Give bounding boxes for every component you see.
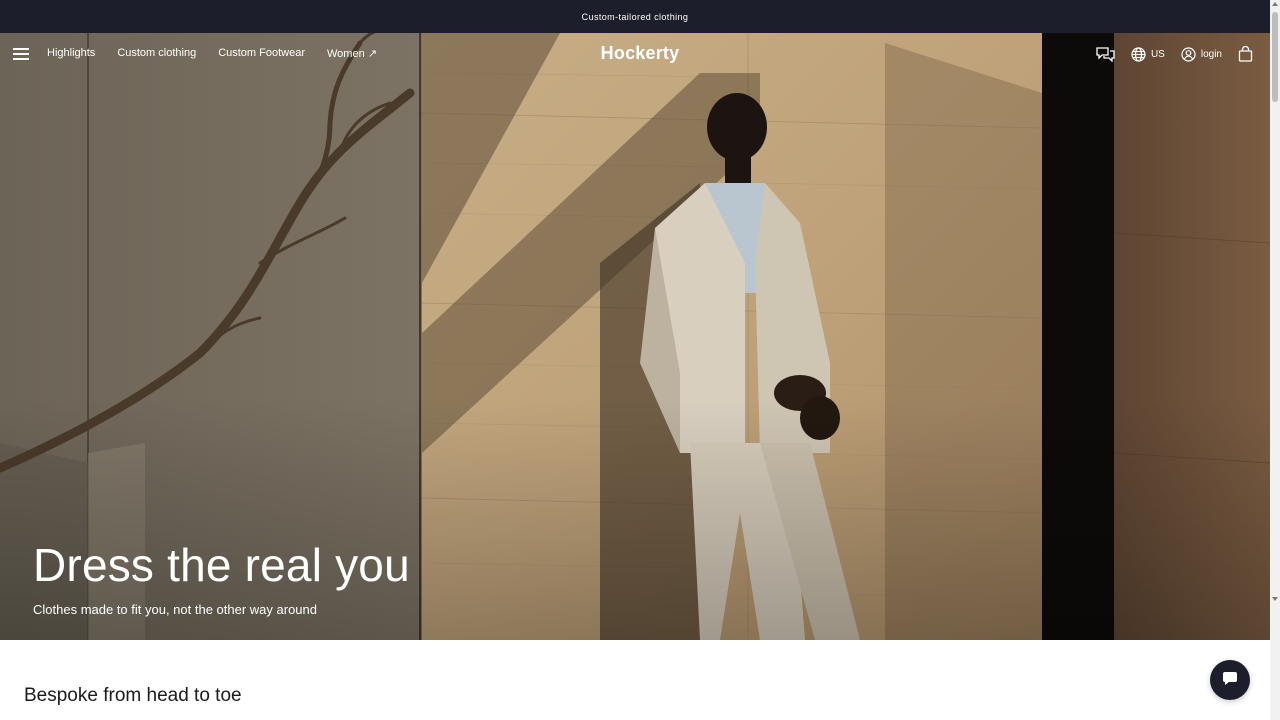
- login-link[interactable]: login: [1181, 46, 1222, 62]
- scrollbar-thumb[interactable]: [1272, 12, 1278, 102]
- login-label: login: [1200, 48, 1222, 60]
- site-logo[interactable]: Hockerty: [601, 43, 680, 63]
- nav-link-custom-footwear[interactable]: Custom Footwear: [218, 47, 305, 60]
- nav-utilities: US login: [1096, 46, 1253, 62]
- hero-banner: Dress the real you Clothes made to fit y…: [0, 33, 1270, 640]
- announcement-bar: Custom-tailored clothing: [0, 0, 1270, 33]
- section-title: Bespoke from head to toe: [24, 685, 242, 706]
- hamburger-menu-icon[interactable]: [13, 48, 29, 60]
- main-navigation: Highlights Custom clothing Custom Footwe…: [0, 33, 1270, 77]
- nav-links: Highlights Custom clothing Custom Footwe…: [47, 47, 377, 60]
- hero-subline: Clothes made to fit you, not the other w…: [33, 602, 318, 617]
- hero-headline: Dress the real you: [33, 539, 410, 591]
- chat-fab-button[interactable]: [1210, 660, 1250, 700]
- page-scrollbar[interactable]: [1270, 0, 1280, 720]
- announcement-text: Custom-tailored clothing: [581, 11, 689, 22]
- nav-link-women[interactable]: Women ↗: [327, 47, 377, 60]
- shopping-bag-icon: [1238, 46, 1253, 62]
- chat-bubble-icon: [1222, 670, 1238, 691]
- nav-link-highlights[interactable]: Highlights: [47, 47, 95, 60]
- chat-bubbles-icon: [1096, 46, 1115, 62]
- region-selector[interactable]: US: [1131, 46, 1165, 62]
- globe-icon: [1131, 46, 1146, 62]
- scroll-down-arrow-icon[interactable]: [1272, 597, 1278, 601]
- nav-link-custom-clothing[interactable]: Custom clothing: [117, 47, 196, 60]
- cart-button[interactable]: [1238, 46, 1253, 62]
- user-circle-icon: [1181, 46, 1196, 62]
- region-label: US: [1150, 48, 1165, 60]
- scroll-up-arrow-icon[interactable]: [1272, 2, 1278, 6]
- chat-button[interactable]: [1096, 46, 1115, 62]
